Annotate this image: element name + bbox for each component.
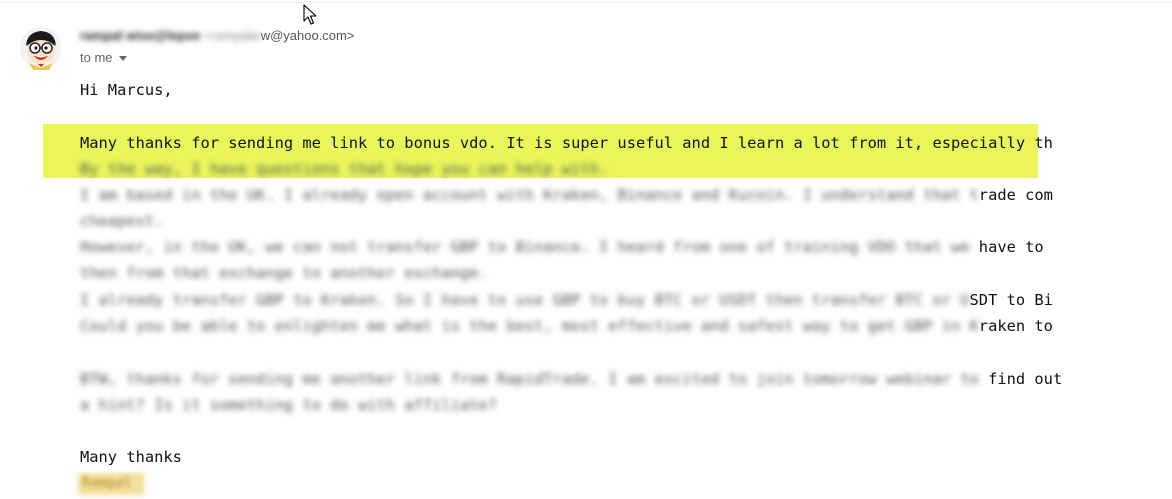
sender-email: w@yahoo.com> xyxy=(260,28,355,43)
visible-text: have to xyxy=(978,238,1044,256)
visible-text: rade com xyxy=(978,186,1053,204)
paragraph1-line1: Many thanks for sending me link to bonus… xyxy=(80,134,1053,152)
visible-text: SDT to Bi xyxy=(969,291,1053,309)
sender-avatar[interactable] xyxy=(19,26,63,70)
divider xyxy=(0,2,1172,3)
blurred-text: Could you be able to enlighten me what i… xyxy=(80,317,979,335)
paragraph1-line2: By the way, I have questions that hope y… xyxy=(80,160,609,178)
paragraph3-line2: a hint? Is it something to do with affil… xyxy=(80,396,497,414)
paragraph2-line1: I am based in the UK. I already open acc… xyxy=(80,182,1053,208)
sender-email-blurred: <rampalw xyxy=(200,28,261,43)
visible-text: raken to xyxy=(978,317,1053,335)
paragraph2-line2: cheapest. xyxy=(80,212,164,230)
signature: Rampal xyxy=(82,475,133,491)
signature-blurred: Rampal xyxy=(78,473,144,495)
recipient-details-toggle[interactable]: to me xyxy=(80,50,127,65)
mouse-pointer-icon xyxy=(303,4,317,25)
chevron-down-icon[interactable] xyxy=(118,56,127,61)
blurred-text: BTW, thanks for sending me another link … xyxy=(80,370,989,388)
email-message-view: rampal wise@lepxe <rampalww@yahoo.com> t… xyxy=(0,0,1172,499)
sender-line: rampal wise@lepxe <rampalww@yahoo.com> xyxy=(80,28,354,43)
closing: Many thanks xyxy=(80,448,182,466)
greeting: Hi Marcus, xyxy=(80,81,173,99)
blurred-text: I am based in the UK. I already open acc… xyxy=(80,186,979,204)
cartoon-boy-avatar-icon xyxy=(20,27,62,70)
blurred-text: However, in the UK, we can not transfer … xyxy=(80,238,979,256)
paragraph2-line3: However, in the UK, we can not transfer … xyxy=(80,234,1044,260)
visible-text: find out xyxy=(988,370,1063,388)
blurred-text: I already transfer GBP to Kraken. So I h… xyxy=(80,291,970,309)
paragraph2-line6: Could you be able to enlighten me what i… xyxy=(80,313,1053,339)
paragraph2-line4: then from that exchange to another excha… xyxy=(80,264,488,282)
paragraph3-line1: BTW, thanks for sending me another link … xyxy=(80,366,1062,392)
paragraph2-line5: I already transfer GBP to Kraken. So I h… xyxy=(80,287,1053,313)
recipient-label: to me xyxy=(80,50,113,65)
sender-name[interactable]: rampal wise@lepxe xyxy=(80,28,200,43)
